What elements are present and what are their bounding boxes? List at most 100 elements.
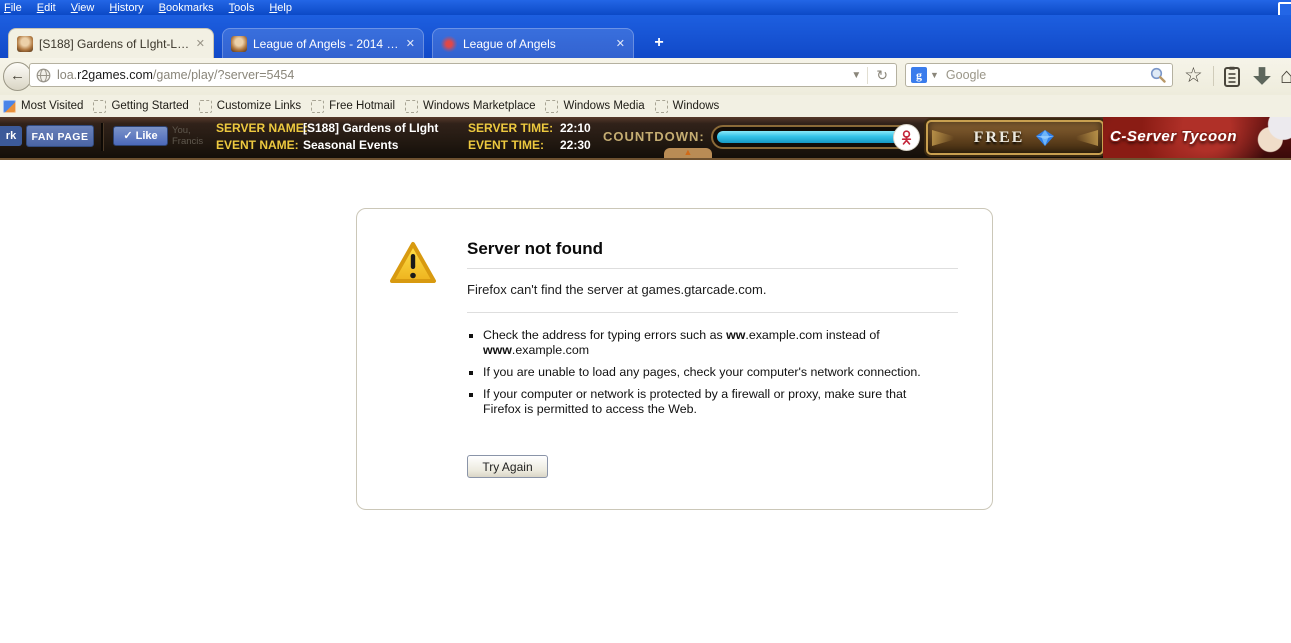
search-input[interactable] (944, 67, 1144, 83)
suggestion-item: Check the address for typing errors such… (483, 328, 945, 358)
bookmark-placeholder-icon (199, 100, 212, 113)
tab-league-of-angels[interactable]: League of Angels ✕ (432, 28, 634, 58)
most-visited-folder-icon (3, 100, 16, 113)
bookmark-star-icon[interactable]: ☆ (1184, 64, 1203, 88)
facebook-like-button[interactable]: ✓ Like (113, 126, 168, 146)
suggestion-text: .example.com instead of (745, 328, 879, 342)
bookmark-placeholder-icon (545, 100, 558, 113)
search-engine-dropdown-icon[interactable]: ▼ (930, 70, 939, 80)
downloads-icon[interactable] (1252, 66, 1272, 86)
menu-edit[interactable]: Edit (37, 2, 56, 14)
free-ornament-left (932, 130, 954, 146)
countdown-progress-bar (711, 125, 918, 149)
tab-close-icon[interactable]: ✕ (616, 37, 625, 50)
gamebar-divider (101, 123, 103, 151)
menu-file[interactable]: File (4, 2, 22, 14)
error-description: Firefox can't find the server at games.g… (467, 269, 958, 313)
tab-favicon-dragon-icon (441, 36, 457, 52)
bookmark-placeholder-icon (93, 100, 106, 113)
red-character-icon (898, 129, 915, 146)
navigation-toolbar: ← loa.r2games.com/game/play/?server=5454… (0, 58, 1291, 95)
fan-page-button[interactable]: FAN PAGE (26, 125, 94, 147)
url-bar[interactable]: loa.r2games.com/game/play/?server=5454 ▼… (29, 63, 897, 87)
reload-icon[interactable]: ↻ (867, 67, 896, 84)
bookmark-placeholder-icon (405, 100, 418, 113)
bookmark-label: Getting Started (111, 100, 188, 112)
search-magnifier-icon[interactable] (1150, 67, 1166, 83)
progress-fill (717, 131, 902, 143)
tab-gardens-of-light[interactable]: [S188] Gardens of LIght-Leag... ✕ (8, 28, 214, 58)
bookmark-label: Windows Media (563, 100, 644, 112)
back-button[interactable]: ← (3, 62, 32, 91)
bookmark-label: Windows Marketplace (423, 100, 535, 112)
url-path: /game/play/?server=5454 (153, 68, 294, 82)
suggestion-text: Check the address for typing errors such… (483, 328, 726, 342)
home-icon[interactable]: ⌂ (1280, 64, 1291, 88)
bookmark-customize-links[interactable]: Customize Links (199, 100, 301, 113)
suggestion-item: If your computer or network is protected… (483, 387, 945, 417)
bookmark-placeholder-icon (655, 100, 668, 113)
url-history-dropdown-icon[interactable]: ▼ (845, 70, 867, 81)
bookmark-most-visited[interactable]: Most Visited (3, 100, 83, 113)
server-time-label: SERVER TIME: (468, 121, 553, 135)
game-header-bar: rk FAN PAGE ✓ Like You, Francis SERVER N… (0, 117, 1291, 160)
collapse-arrow-icon: ▲ (664, 148, 712, 157)
google-engine-icon[interactable]: g (911, 67, 927, 83)
tab-strip: [S188] Gardens of LIght-Leag... ✕ League… (0, 15, 1291, 58)
bookmarks-toolbar: Most Visited Getting Started Customize L… (0, 95, 1291, 119)
bookmark-windows[interactable]: Windows (655, 100, 720, 113)
bookmark-windows-marketplace[interactable]: Windows Marketplace (405, 100, 535, 113)
menu-help[interactable]: Help (269, 2, 292, 14)
diamond-icon (1034, 129, 1056, 147)
warning-triangle-icon (389, 241, 437, 285)
bookmark-windows-media[interactable]: Windows Media (545, 100, 644, 113)
server-time-value: 22:10 (560, 121, 591, 135)
bookmark-getting-started[interactable]: Getting Started (93, 100, 188, 113)
cserver-tycoon-banner[interactable]: C-Server Tycoon (1103, 117, 1291, 158)
error-dialog: Server not found Firefox can't find the … (356, 208, 993, 510)
countdown-label: COUNTDOWN: (603, 129, 705, 144)
bookmark-game-button-partial[interactable]: rk (0, 126, 22, 146)
tab-favicon-avatar-icon (231, 36, 247, 52)
tab-league-of-angels-2014[interactable]: League of Angels - 2014 Most... ✕ (222, 28, 424, 58)
free-ornament-right (1076, 130, 1098, 146)
server-name-label: SERVER NAME: (216, 121, 308, 135)
toolbar-divider (1213, 66, 1214, 86)
suggestion-text: .example.com (512, 343, 589, 357)
bookmark-free-hotmail[interactable]: Free Hotmail (311, 100, 395, 113)
globe-icon (36, 68, 51, 83)
event-time-value: 22:30 (560, 138, 591, 152)
try-again-button[interactable]: Try Again (467, 455, 548, 478)
tab-favicon-avatar-icon (17, 36, 33, 52)
error-title: Server not found (467, 239, 958, 269)
free-label: FREE (974, 129, 1025, 147)
suggestion-item: If you are unable to load any pages, che… (483, 365, 945, 380)
page-content: Server not found Firefox can't find the … (0, 160, 1291, 643)
bookmark-placeholder-icon (311, 100, 324, 113)
free-diamonds-button[interactable]: FREE (926, 120, 1104, 155)
event-time-label: EVENT TIME: (468, 138, 544, 152)
bookmark-label: Customize Links (217, 100, 301, 112)
server-name-value: [S188] Gardens of LIght (303, 121, 438, 135)
suggestion-bold: ww (726, 328, 745, 342)
menu-bar: File Edit View History Bookmarks Tools H… (0, 0, 1291, 15)
menu-bookmarks[interactable]: Bookmarks (159, 2, 214, 14)
bookmarks-menu-icon[interactable] (1222, 66, 1242, 88)
collapse-toggle[interactable]: ▲ (664, 148, 712, 158)
social-line1: You, (172, 125, 203, 136)
progress-badge[interactable] (893, 124, 920, 151)
new-tab-button[interactable]: + (648, 32, 670, 54)
tab-close-icon[interactable]: ✕ (406, 37, 415, 50)
tab-close-icon[interactable]: ✕ (196, 37, 205, 50)
menu-history[interactable]: History (109, 2, 143, 14)
event-name-label: EVENT NAME: (216, 138, 299, 152)
menu-tools[interactable]: Tools (229, 2, 255, 14)
error-suggestions-list: Check the address for typing errors such… (467, 328, 945, 417)
banner-title: C-Server Tycoon (1110, 128, 1237, 145)
search-bar[interactable]: g ▼ (905, 63, 1173, 87)
menu-view[interactable]: View (71, 2, 95, 14)
tab-title: [S188] Gardens of LIght-Leag... (39, 37, 190, 51)
facebook-social-text: You, Francis (172, 125, 203, 147)
url-domain: r2games.com (77, 68, 153, 82)
bookmark-label: Free Hotmail (329, 100, 395, 112)
